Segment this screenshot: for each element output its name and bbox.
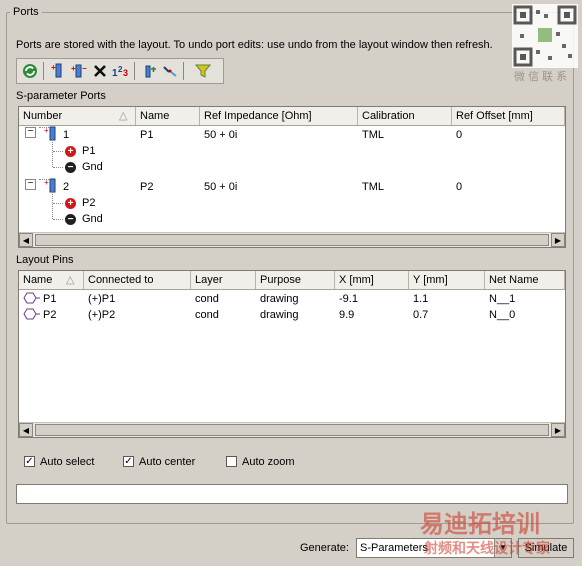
pins-table: Name △ Connected to Layer Purpose X [mm]… bbox=[18, 270, 566, 438]
info-text: Ports are stored with the layout. To und… bbox=[16, 39, 493, 51]
port-offset: 0 bbox=[456, 181, 463, 193]
pin-purpose: drawing bbox=[260, 293, 299, 305]
pin-connected: (+)P1 bbox=[88, 293, 116, 305]
col-purpose[interactable]: Purpose bbox=[256, 271, 335, 289]
renumber-icon[interactable]: 123 bbox=[111, 61, 131, 81]
collapse-icon[interactable]: − bbox=[25, 179, 36, 190]
port-name: P1 bbox=[140, 129, 154, 141]
scroll-left-icon[interactable]: ◀ bbox=[19, 423, 33, 437]
col-y[interactable]: Y [mm] bbox=[409, 271, 485, 289]
pin-x: -9.1 bbox=[339, 293, 358, 305]
sparam-header: Number △ Name Ref Impedance [Ohm] Calibr… bbox=[19, 107, 565, 126]
generate-label: Generate: bbox=[300, 542, 349, 554]
port-impedance: 50 + 0i bbox=[204, 181, 238, 193]
col-net-name[interactable]: Net Name bbox=[485, 271, 565, 289]
pins-header: Name △ Connected to Layer Purpose X [mm]… bbox=[19, 271, 565, 290]
pins-hscrollbar[interactable]: ◀ ▶ bbox=[19, 422, 565, 437]
col-ref-offset[interactable]: Ref Offset [mm] bbox=[452, 107, 565, 125]
sort-asc-icon: △ bbox=[119, 110, 128, 122]
terminal-name: P2 bbox=[82, 197, 96, 209]
col-layer[interactable]: Layer bbox=[191, 271, 256, 289]
port-impedance: 50 + 0i bbox=[204, 129, 238, 141]
status-field bbox=[16, 484, 568, 504]
pin-y: 0.7 bbox=[413, 309, 429, 321]
port-calibration: TML bbox=[362, 129, 384, 141]
port-calibration: TML bbox=[362, 181, 384, 193]
filter-icon[interactable] bbox=[193, 61, 213, 81]
pins-label: Layout Pins bbox=[16, 254, 74, 266]
minus-terminal-icon: − bbox=[65, 211, 76, 227]
plus-terminal-icon: + bbox=[65, 143, 76, 159]
svg-text:+: + bbox=[44, 178, 49, 187]
plus-terminal-icon: + bbox=[65, 195, 76, 211]
scroll-thumb[interactable] bbox=[35, 234, 549, 246]
qr-caption: 微信联系 bbox=[514, 70, 570, 83]
port-number: 1 bbox=[63, 129, 70, 141]
checkbox-label: Auto center bbox=[139, 456, 196, 468]
svg-text:+: + bbox=[44, 126, 49, 135]
collapse-icon[interactable]: − bbox=[25, 127, 36, 138]
ports-groupbox bbox=[6, 12, 574, 524]
minus-terminal-icon: − bbox=[65, 159, 76, 175]
generate-value: S-Parameters bbox=[360, 542, 428, 554]
scroll-left-icon[interactable]: ◀ bbox=[19, 233, 33, 247]
sparam-table: Number △ Name Ref Impedance [Ohm] Calibr… bbox=[18, 106, 566, 248]
brand-watermark: 易迪拓培训 bbox=[420, 510, 540, 538]
add-pin-port-icon[interactable]: + − bbox=[69, 61, 89, 81]
terminal-name: Gnd bbox=[82, 213, 103, 225]
svg-text:+: + bbox=[51, 63, 56, 72]
pin-icon bbox=[23, 308, 41, 324]
port-offset: 0 bbox=[456, 129, 463, 141]
pin-icon bbox=[23, 292, 41, 308]
scroll-right-icon[interactable]: ▶ bbox=[551, 233, 565, 247]
brand-sub-watermark: 射频和天线设计专家 bbox=[424, 541, 550, 557]
add-ground-icon[interactable] bbox=[139, 61, 159, 81]
svg-text:3: 3 bbox=[123, 68, 128, 78]
col-connected-to[interactable]: Connected to bbox=[84, 271, 191, 289]
col-name[interactable]: Name bbox=[136, 107, 200, 125]
col-ref-impedance[interactable]: Ref Impedance [Ohm] bbox=[200, 107, 358, 125]
pin-x: 9.9 bbox=[339, 309, 355, 321]
checkbox-box[interactable] bbox=[226, 456, 237, 467]
pin-name: P2 bbox=[43, 309, 57, 321]
add-port-icon[interactable]: + bbox=[48, 61, 68, 81]
refresh-icon[interactable] bbox=[20, 61, 40, 81]
svg-text:+: + bbox=[71, 64, 76, 73]
pin-name: P1 bbox=[43, 293, 57, 305]
port-number: 2 bbox=[63, 181, 70, 193]
svg-text:−: − bbox=[82, 64, 87, 73]
pin-layer: cond bbox=[195, 293, 219, 305]
ports-group-title: Ports bbox=[10, 6, 42, 18]
sparam-label: S-parameter Ports bbox=[16, 90, 106, 102]
pin-y: 1.1 bbox=[413, 293, 429, 305]
ports-toolbar: + + − 123 bbox=[16, 58, 224, 84]
sparam-hscrollbar[interactable]: ◀ ▶ bbox=[19, 232, 565, 247]
checkbox-box[interactable]: ✓ bbox=[24, 456, 35, 467]
pin-net: N__1 bbox=[489, 293, 516, 305]
sort-asc-icon: △ bbox=[66, 274, 75, 286]
pin-connected: (+)P2 bbox=[88, 309, 116, 321]
checkbox-box[interactable]: ✓ bbox=[123, 456, 134, 467]
pin-net: N__0 bbox=[489, 309, 516, 321]
scroll-right-icon[interactable]: ▶ bbox=[551, 423, 565, 437]
port-icon: + bbox=[43, 178, 59, 194]
terminal-name: Gnd bbox=[82, 161, 103, 173]
port-icon: + bbox=[43, 126, 59, 142]
checkbox-label: Auto select bbox=[40, 456, 95, 468]
col-calibration[interactable]: Calibration bbox=[358, 107, 452, 125]
qr-code-watermark bbox=[512, 4, 578, 68]
port-name: P2 bbox=[140, 181, 154, 193]
col-x[interactable]: X [mm] bbox=[335, 271, 409, 289]
checkbox-label: Auto zoom bbox=[242, 456, 295, 468]
delete-icon[interactable] bbox=[90, 61, 110, 81]
pin-layer: cond bbox=[195, 309, 219, 321]
pin-purpose: drawing bbox=[260, 309, 299, 321]
unassign-icon[interactable] bbox=[160, 61, 180, 81]
terminal-name: P1 bbox=[82, 145, 96, 157]
scroll-thumb[interactable] bbox=[35, 424, 549, 436]
